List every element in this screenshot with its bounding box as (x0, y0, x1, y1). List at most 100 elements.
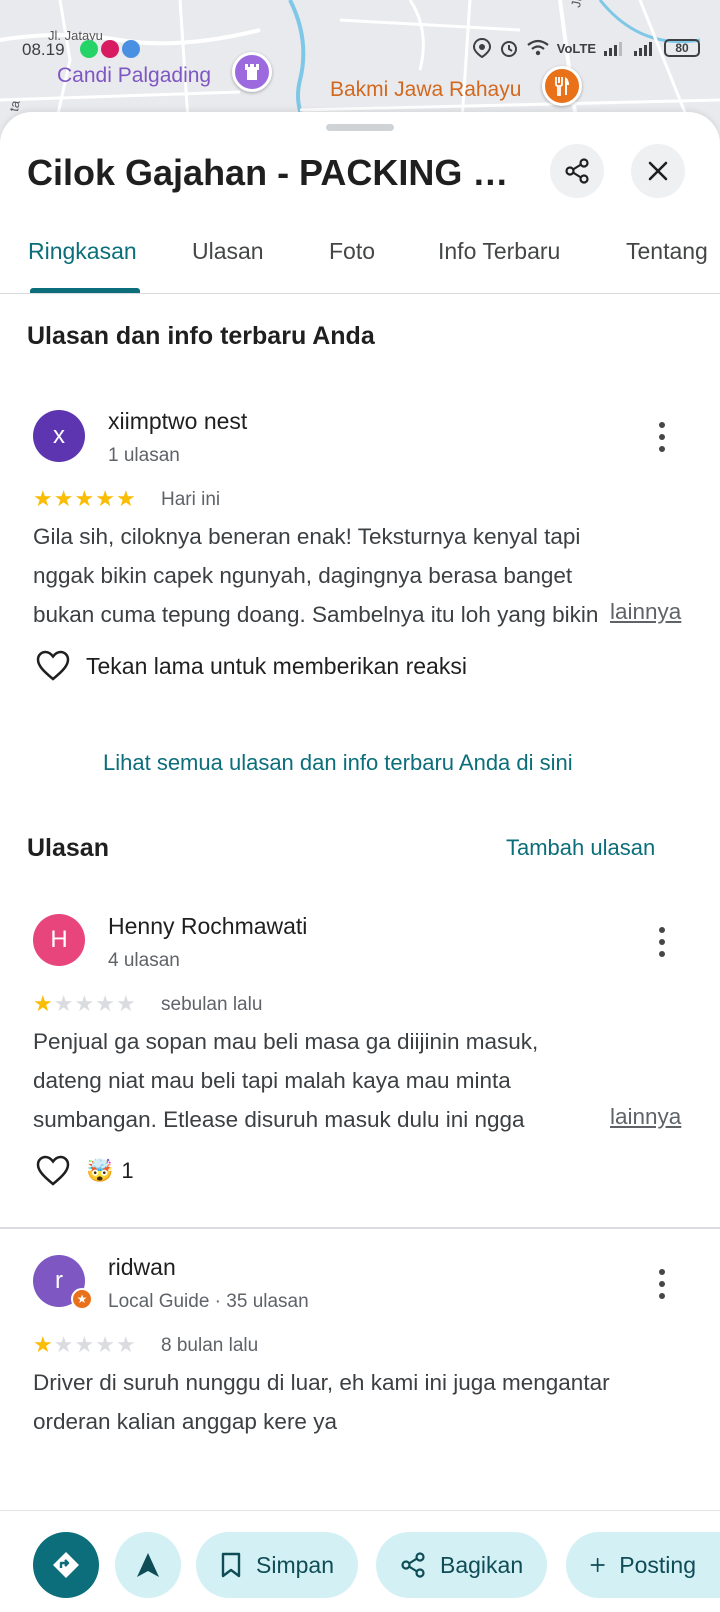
share-place-button[interactable]: Bagikan (376, 1532, 548, 1598)
star-icon: ★ (33, 486, 53, 511)
star-icon: ★ (115, 1332, 136, 1357)
plus-icon (590, 1557, 605, 1573)
review-divider (0, 1227, 720, 1229)
star-icon: ★ (74, 486, 95, 511)
rating-stars: ★ ★ ★ ★ ★ (33, 488, 136, 510)
rating-stars: ★ ★ ★ ★ ★ (33, 1334, 136, 1356)
status-right: VoLTE 80 (472, 38, 700, 58)
star-icon: ★ (95, 991, 115, 1016)
save-label: Simpan (256, 1551, 334, 1578)
my-reviews-heading: Ulasan dan info terbaru Anda (27, 322, 375, 350)
reviews-heading: Ulasan (27, 834, 109, 862)
drag-handle[interactable] (326, 124, 394, 131)
reviewer-meta: 4 ulasan (108, 950, 180, 971)
heart-icon[interactable] (36, 650, 70, 682)
active-tab-indicator (30, 288, 140, 293)
read-more-link[interactable]: lainnya (610, 599, 681, 625)
avatar-letter: r (55, 1267, 63, 1294)
action-bar: Simpan Bagikan Posting (0, 1510, 720, 1612)
star-icon: ★ (53, 991, 74, 1016)
more-options-icon[interactable] (657, 422, 667, 452)
avatar-letter: x (53, 422, 65, 449)
more-options-icon[interactable] (657, 927, 667, 957)
read-more-link[interactable]: lainnya (610, 1104, 681, 1130)
map-pin-candi[interactable] (232, 52, 272, 92)
wifi-icon (527, 39, 549, 56)
add-review-link[interactable]: Tambah ulasan (506, 835, 655, 861)
reaction-row: Tekan lama untuk memberikan reaksi (36, 650, 467, 682)
avatar[interactable]: x (33, 410, 85, 462)
status-bar: 08.19 VoLTE 80 (0, 36, 720, 62)
star-icon: ★ (33, 1332, 53, 1357)
star-icon: ★ (95, 1332, 115, 1357)
signal-icon (604, 42, 622, 56)
review-date: Hari ini (161, 489, 221, 510)
tab-tentang[interactable]: Tentang (626, 238, 708, 265)
directions-icon (53, 1552, 79, 1578)
star-icon: ★ (115, 486, 136, 511)
tab-ulasan[interactable]: Ulasan (192, 238, 264, 265)
whatsapp-icon (80, 40, 98, 58)
place-title: Cilok Gajahan - PACKING H... (27, 152, 527, 193)
app-icon (101, 40, 119, 58)
directions-button[interactable] (33, 1532, 99, 1598)
reaction-count: 1 (121, 1158, 134, 1183)
review-text: Driver di suruh nunggu di luar, eh kami … (33, 1370, 610, 1434)
tab-foto[interactable]: Foto (329, 238, 375, 265)
start-navigation-button[interactable] (115, 1532, 181, 1598)
save-button[interactable]: Simpan (196, 1532, 358, 1598)
share-icon (401, 1552, 425, 1578)
map-pin-bakmi[interactable] (542, 66, 582, 106)
local-guide-badge-icon: ★ (71, 1288, 93, 1310)
reaction-row: 🤯 1 (36, 1155, 134, 1187)
alarm-icon (500, 41, 517, 57)
tab-bar: Ringkasan Ulasan Foto Info Terbaru Tenta… (0, 228, 720, 294)
reviewer-name[interactable]: xiimptwo nest (108, 408, 247, 435)
avatar-letter: H (50, 926, 68, 953)
heart-icon[interactable] (36, 1155, 70, 1187)
bookmark-icon (221, 1552, 241, 1578)
star-icon: ★ (53, 1332, 74, 1357)
star-icon: ★ (33, 991, 53, 1016)
street-label-left: ta (6, 99, 23, 113)
place-sheet: Cilok Gajahan - PACKING H... Ringkasan U… (0, 112, 720, 1612)
avatar[interactable]: H (33, 914, 85, 966)
reviewer-meta: Local Guide · 35 ulasan (108, 1291, 309, 1312)
navigation-arrow-icon (137, 1553, 159, 1577)
tab-info-terbaru[interactable]: Info Terbaru (438, 238, 560, 265)
network-label: VoLTE (556, 40, 596, 56)
rating-stars: ★ ★ ★ ★ ★ (33, 993, 136, 1015)
star-icon: ★ (95, 486, 115, 511)
reaction-hint: Tekan lama untuk memberikan reaksi (86, 652, 467, 679)
review-date: sebulan lalu (161, 994, 263, 1015)
reviewer-meta: 1 ulasan (108, 445, 180, 466)
reaction-emoji: 🤯 (86, 1158, 114, 1183)
location-icon (472, 38, 491, 58)
status-time: 08.19 (22, 40, 65, 59)
star-icon: ★ (115, 991, 136, 1016)
star-icon: ★ (53, 486, 74, 511)
more-options-icon[interactable] (657, 1269, 667, 1299)
see-all-my-reviews-link[interactable]: Lihat semua ulasan dan info terbaru Anda… (103, 750, 573, 776)
review-text: Penjual ga sopan mau beli masa ga diijin… (33, 1029, 539, 1132)
reviewer-name[interactable]: ridwan (108, 1254, 176, 1281)
cloud-icon (122, 40, 140, 58)
reaction-chip[interactable]: 🤯 1 (86, 1158, 134, 1184)
signal-icon-2 (634, 42, 652, 56)
post-label: Posting (619, 1551, 696, 1578)
map-place-label[interactable]: Candi Palgading (57, 64, 211, 88)
review-date: 8 bulan lalu (161, 1335, 259, 1356)
post-button[interactable]: Posting (566, 1532, 720, 1598)
map-place-label[interactable]: Bakmi Jawa Rahayu (330, 78, 521, 102)
restaurant-icon (555, 77, 569, 96)
star-icon: ★ (74, 991, 95, 1016)
castle-icon (245, 64, 259, 80)
share-button[interactable] (550, 144, 604, 198)
reviewer-name[interactable]: Henny Rochmawati (108, 913, 307, 940)
review-text: Gila sih, ciloknya beneran enak! Tekstur… (33, 524, 599, 627)
close-button[interactable] (631, 144, 685, 198)
share-icon (565, 158, 589, 184)
notification-icons (80, 40, 140, 58)
battery-indicator: 80 (664, 39, 700, 57)
tab-ringkasan[interactable]: Ringkasan (28, 238, 137, 265)
